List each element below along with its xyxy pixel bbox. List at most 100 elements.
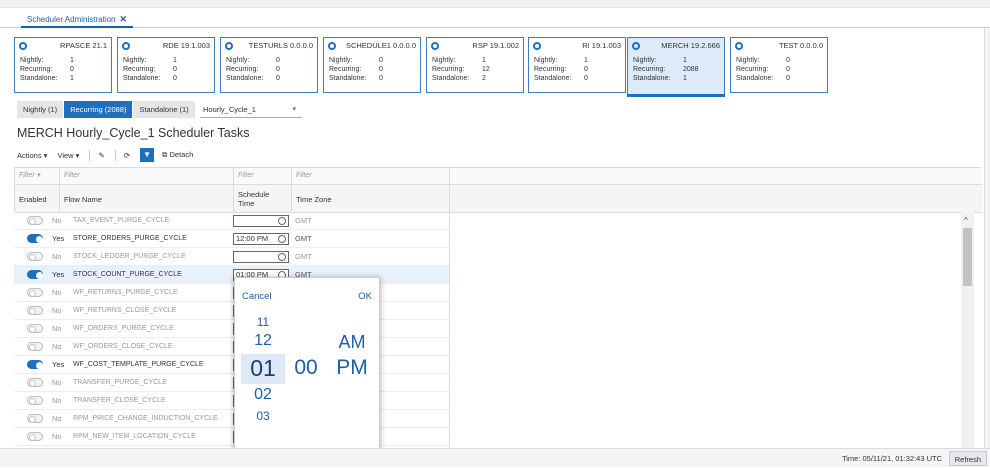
app-card[interactable]: RPASCE 21.1 Nightly: 1 Recurring: 0 Standalon… (14, 37, 112, 93)
enabled-text: No (52, 396, 62, 405)
table-row[interactable]: No TAX_EVENT_PURGE_CYCLE GMT (14, 212, 449, 230)
app-card[interactable]: MERCH 19.2.666 Nightly: 1 Recurring: 2088 Sta… (627, 37, 725, 97)
schedule-type-tabs: Nightly (1) Recurring (2088) Standalone (1… (17, 101, 196, 119)
enabled-toggle[interactable] (27, 414, 43, 423)
cycle-select-value: Hourly_Cycle_1 (203, 105, 256, 114)
app-card[interactable]: SCHEDULE1 0.0.0.0 Nightly: 0 Recurring: 0 Sta… (323, 37, 421, 93)
schedule-time-input[interactable] (233, 215, 289, 227)
detach-button[interactable]: ⧉ Detach (162, 150, 193, 160)
enabled-toggle[interactable] (27, 270, 43, 279)
scroll-thumb[interactable] (963, 228, 972, 286)
count-value: 0 (276, 75, 280, 82)
flow-name: RPM_NEW_ITEM_LOCATION_CYCLE (73, 433, 196, 440)
flow-name: TRANSFER_CLOSE_CYCLE (73, 397, 166, 404)
table-row[interactable]: No WF_ORDERS_PURGE_CYCLE (14, 320, 449, 338)
schedule-time-input[interactable]: 12:00 PM (233, 233, 289, 245)
filter-time-zone[interactable]: Filter (292, 168, 450, 185)
enabled-text: No (52, 252, 62, 261)
pm-option[interactable]: PM (330, 356, 374, 380)
table-row[interactable]: Yes STOCK_COUNT_PURGE_CYCLE 01:00 PM GMT (14, 266, 449, 284)
cancel-button[interactable]: Cancel (242, 291, 272, 302)
app-card[interactable]: RI 19.1.003 Nightly: 1 Recurring: 0 Standalon… (528, 37, 626, 93)
tab-schedule-type[interactable]: Standalone (1) (133, 101, 195, 118)
filter-icon[interactable]: ▼ (140, 148, 155, 162)
am-option[interactable]: AM (330, 332, 374, 353)
app-card[interactable]: RSP 19.1.002 Nightly: 1 Recurring: 12 Standal… (426, 37, 524, 93)
clock-icon[interactable] (278, 217, 286, 225)
table-row[interactable]: No RPM_PRICE_CHANGE_INDUCTION_CYCLE (14, 410, 449, 428)
edit-icon[interactable]: ✎ (98, 151, 104, 160)
view-menu[interactable]: View ▾ (57, 151, 79, 160)
tab-schedule-type[interactable]: Recurring (2088) (64, 101, 133, 118)
filter-flow-name[interactable]: Filter (60, 168, 234, 185)
table-row[interactable]: Yes WF_COST_TEMPLATE_PURGE_CYCLE (14, 356, 449, 374)
selected-minute[interactable]: 00 (284, 356, 328, 380)
clock-icon[interactable] (278, 253, 286, 261)
clock-icon[interactable] (278, 235, 286, 243)
count-value: 2 (482, 75, 486, 82)
enabled-toggle[interactable] (27, 342, 43, 351)
schedule-time-input[interactable] (233, 251, 289, 263)
table-row[interactable]: No TRANSFER_CLOSE_CYCLE (14, 392, 449, 410)
app-card[interactable]: TEST 0.0.0.0 Nightly: 0 Recurring: 0 Standalo… (730, 37, 828, 93)
filter-row: Filter ▾ Filter Filter Filter (15, 168, 982, 185)
column-flow-name[interactable]: Flow Name (60, 185, 234, 213)
count-label: Recurring: (736, 66, 769, 73)
grid-scrollbar[interactable]: ^ (961, 212, 974, 448)
table-row[interactable]: No WF_RETURNS_PURGE_CYCLE (14, 284, 449, 302)
enabled-toggle[interactable] (27, 432, 43, 441)
table-row[interactable]: No WF_RETURNS_CLOSE_CYCLE (14, 302, 449, 320)
flow-name: TAX_EVENT_PURGE_CYCLE (73, 217, 170, 224)
selected-hour[interactable]: 01 (241, 355, 285, 382)
status-footer: Time: 05/11/21, 01:32:43 UTC Refresh (0, 448, 990, 467)
enabled-toggle[interactable] (27, 288, 43, 297)
hour-option[interactable]: 03 (241, 409, 285, 423)
cycle-select[interactable]: Hourly_Cycle_1 ▾ (200, 101, 302, 118)
refresh-icon[interactable]: ⟳ (124, 151, 130, 160)
hour-option[interactable]: 02 (241, 386, 285, 404)
enabled-toggle[interactable] (27, 360, 43, 369)
flow-name: WF_ORDERS_PURGE_CYCLE (73, 325, 174, 332)
hour-option[interactable]: 12 (241, 332, 285, 350)
refresh-button[interactable]: Refresh (948, 451, 987, 466)
ok-button[interactable]: OK (358, 291, 372, 302)
count-value: 0 (379, 57, 383, 64)
enabled-toggle[interactable] (27, 216, 43, 225)
tab-scheduler-administration[interactable]: Scheduler Administration ✕ (21, 12, 134, 28)
table-row[interactable]: No RPM_NEW_ITEM_LOCATION_CYCLE (14, 428, 449, 446)
table-row[interactable]: Yes STORE_ORDERS_PURGE_CYCLE 12:00 PM GMT (14, 230, 449, 248)
column-time-zone[interactable]: Time Zone (292, 185, 450, 213)
enabled-toggle[interactable] (27, 396, 43, 405)
count-value: 1 (70, 57, 74, 64)
time-zone: GMT (295, 252, 312, 261)
enabled-toggle[interactable] (27, 378, 43, 387)
enabled-toggle[interactable] (27, 324, 43, 333)
enabled-toggle[interactable] (27, 252, 43, 261)
count-value: 2088 (683, 66, 699, 73)
enabled-toggle[interactable] (27, 234, 43, 243)
page-scrollbar[interactable] (984, 28, 990, 448)
enabled-toggle[interactable] (27, 306, 43, 315)
actions-menu[interactable]: Actions ▾ (17, 151, 47, 160)
count-label: Nightly: (432, 57, 456, 64)
scroll-up-icon[interactable]: ^ (964, 216, 968, 225)
table-row[interactable]: No STOCK_LEDGER_PURGE_CYCLE GMT (14, 248, 449, 266)
count-value: 1 (683, 75, 687, 82)
filter-enabled[interactable]: Filter ▾ (15, 168, 60, 185)
app-card-name: RDE 19.1.003 (162, 41, 210, 50)
filter-schedule-time[interactable]: Filter (234, 168, 292, 185)
table-row[interactable]: No TRANSFER_PURGE_CYCLE (14, 374, 449, 392)
app-card-counts: Nightly: 0 Recurring: 0 Standalone: 0 (736, 56, 990, 83)
count-value: 0 (173, 66, 177, 73)
app-card[interactable]: RDE 19.1.003 Nightly: 1 Recurring: 0 Standalo… (117, 37, 215, 93)
column-schedule-time[interactable]: Schedule Time (234, 185, 292, 213)
hour-option[interactable]: 11 (241, 315, 285, 329)
close-icon[interactable]: ✕ (120, 14, 128, 24)
app-tab-row: Scheduler Administration ✕ (0, 8, 990, 28)
column-enabled[interactable]: Enabled (15, 185, 60, 213)
enabled-text: No (52, 324, 62, 333)
tab-schedule-type[interactable]: Nightly (1) (17, 101, 64, 118)
table-row[interactable]: No WF_ORDERS_CLOSE_CYCLE (14, 338, 449, 356)
app-card-name: SCHEDULE1 0.0.0.0 (345, 41, 416, 50)
app-card[interactable]: TESTURLS 0.0.0.0 Nightly: 0 Recurring: 0 Stan… (220, 37, 318, 93)
